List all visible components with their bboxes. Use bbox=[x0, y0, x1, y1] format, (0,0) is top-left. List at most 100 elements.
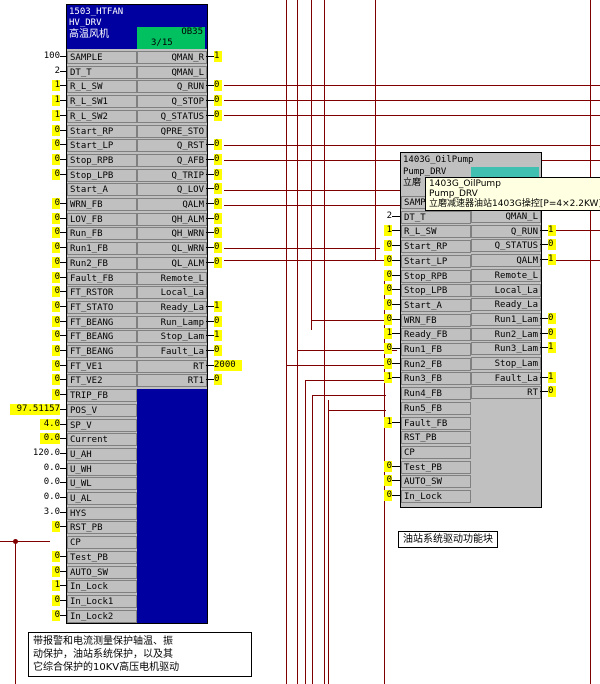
input-value-u-ah[interactable]: 120.0 bbox=[28, 448, 60, 459]
input-pin-cp[interactable]: CP bbox=[67, 536, 137, 550]
input-value-lov-fb[interactable]: 0 bbox=[52, 212, 60, 224]
output-pin-qalm[interactable]: QALM bbox=[471, 254, 541, 268]
output-pin-fault-la[interactable]: Fault_La bbox=[137, 345, 207, 358]
output-pin-rt1[interactable]: RT1 bbox=[137, 374, 207, 388]
input-pin-sp-v[interactable]: SP_V bbox=[67, 418, 137, 432]
output-value-ready-la[interactable]: 1 bbox=[214, 300, 222, 312]
input-value-start-rp[interactable]: 0 bbox=[52, 124, 60, 136]
input-value-stop-lpb[interactable]: 0 bbox=[384, 284, 392, 296]
output-pin-rt[interactable]: RT bbox=[471, 386, 541, 400]
input-pin-run4-fb[interactable]: Run4_FB bbox=[401, 387, 471, 401]
input-pin-trip-fb[interactable]: TRIP_FB bbox=[67, 389, 137, 403]
input-pin-ready-fb[interactable]: Ready_FB bbox=[401, 328, 471, 342]
input-pin-in-lock1[interactable]: In_Lock1 bbox=[67, 594, 137, 608]
input-pin-r-l-sw[interactable]: R_L_SW bbox=[67, 80, 137, 94]
input-value-ft-ve2[interactable]: 0 bbox=[52, 374, 60, 386]
output-pin-local-la[interactable]: Local_La bbox=[137, 286, 207, 300]
output-pin-q-status[interactable]: Q_STATUS bbox=[471, 239, 541, 253]
input-value-auto-sw[interactable]: 0 bbox=[52, 565, 60, 577]
input-value-ready-fb[interactable]: 1 bbox=[384, 328, 392, 340]
output-pin-remote-l[interactable]: Remote_L bbox=[137, 271, 207, 285]
input-pin-r-l-sw2[interactable]: R_L_SW2 bbox=[67, 109, 137, 123]
input-pin-run1-fb[interactable]: Run1_FB bbox=[67, 242, 137, 256]
input-pin-auto-sw[interactable]: AUTO_SW bbox=[67, 565, 137, 579]
input-pin-wrn-fb[interactable]: WRN_FB bbox=[67, 198, 137, 211]
input-pin-auto-sw[interactable]: AUTO_SW bbox=[401, 475, 471, 489]
input-value-run1-fb[interactable]: 0 bbox=[384, 343, 392, 354]
input-value-wrn-fb[interactable]: 0 bbox=[52, 198, 60, 209]
input-pin-r-l-sw[interactable]: R_L_SW bbox=[401, 225, 471, 239]
output-value-q-status[interactable]: 0 bbox=[548, 239, 556, 251]
output-pin-local-la[interactable]: Local_La bbox=[471, 283, 541, 297]
output-pin-qman-r[interactable]: QMAN_R bbox=[137, 51, 207, 64]
input-pin-ft-ve1[interactable]: FT_VE1 bbox=[67, 359, 137, 373]
output-value-run-lamp[interactable]: 0 bbox=[214, 315, 222, 327]
input-value-ft-beang[interactable]: 0 bbox=[52, 315, 60, 327]
input-value-ft-beang[interactable]: 0 bbox=[52, 345, 60, 356]
input-pin-start-rp[interactable]: Start_RP bbox=[67, 124, 137, 138]
output-value-run2-lam[interactable]: 0 bbox=[548, 327, 556, 339]
input-pin-ft-beang[interactable]: FT_BEANG bbox=[67, 345, 137, 358]
output-pin-ql-wrn[interactable]: QL_WRN bbox=[137, 242, 207, 256]
input-pin-stop-rpb[interactable]: Stop_RPB bbox=[67, 153, 137, 167]
output-value-qh-alm[interactable]: 0 bbox=[214, 212, 222, 224]
input-pin-test-pb[interactable]: Test_PB bbox=[67, 550, 137, 564]
output-value-qman-r[interactable]: 1 bbox=[214, 51, 222, 62]
input-value-fault-fb[interactable]: 1 bbox=[384, 416, 392, 428]
output-value-q-trip[interactable]: 0 bbox=[214, 168, 222, 180]
input-pin-lov-fb[interactable]: LOV_FB bbox=[67, 212, 137, 226]
input-pin-start-lp[interactable]: Start_LP bbox=[401, 254, 471, 268]
input-value-r-l-sw[interactable]: 1 bbox=[52, 80, 60, 92]
input-value-start-rp[interactable]: 0 bbox=[384, 240, 392, 252]
output-value-q-rst[interactable]: 0 bbox=[214, 139, 222, 151]
input-pin-start-lp[interactable]: Start_LP bbox=[67, 139, 137, 153]
output-pin-run-lamp[interactable]: Run_Lamp bbox=[137, 315, 207, 329]
output-pin-qman-l[interactable]: QMAN_L bbox=[137, 65, 207, 79]
input-pin-in-lock2[interactable]: In_Lock2 bbox=[67, 609, 137, 623]
input-value-r-l-sw2[interactable]: 1 bbox=[52, 109, 60, 121]
output-pin-qh-alm[interactable]: QH_ALM bbox=[137, 212, 207, 226]
output-pin-fault-la[interactable]: Fault_La bbox=[471, 371, 541, 385]
input-pin-pos-v[interactable]: POS_V bbox=[67, 403, 137, 417]
output-value-q-stop[interactable]: 0 bbox=[214, 95, 222, 107]
output-pin-q-lov[interactable]: Q_LOV bbox=[137, 183, 207, 197]
output-pin-q-rst[interactable]: Q_RST bbox=[137, 139, 207, 153]
output-pin-run2-lam[interactable]: Run2_Lam bbox=[471, 327, 541, 341]
input-pin-stop-lpb[interactable]: Stop_LPB bbox=[401, 284, 471, 298]
input-value-stop-rpb[interactable]: 0 bbox=[384, 269, 392, 281]
input-pin-run3-fb[interactable]: Run3_FB bbox=[401, 372, 471, 386]
output-value-ql-wrn[interactable]: 0 bbox=[214, 242, 222, 254]
input-value-ft-beang[interactable]: 0 bbox=[52, 330, 60, 342]
input-value-in-lock[interactable]: 0 bbox=[384, 490, 392, 501]
input-value-wrn-fb[interactable]: 0 bbox=[384, 313, 392, 325]
input-pin-wrn-fb[interactable]: WRN_FB bbox=[401, 313, 471, 327]
input-pin-ft-beang[interactable]: FT_BEANG bbox=[67, 315, 137, 329]
input-value-run2-fb[interactable]: 0 bbox=[52, 256, 60, 268]
output-pin-stop-lam[interactable]: Stop_Lam bbox=[137, 330, 207, 344]
input-pin-run1-fb[interactable]: Run1_FB bbox=[401, 343, 471, 356]
output-value-q-run[interactable]: 1 bbox=[548, 224, 556, 236]
input-pin-u-wh[interactable]: U_WH bbox=[67, 462, 137, 476]
input-pin-ft-ve2[interactable]: FT_VE2 bbox=[67, 374, 137, 388]
input-value-run-fb[interactable]: 0 bbox=[52, 227, 60, 239]
input-value-rst-pb[interactable]: 0 bbox=[52, 521, 60, 533]
output-pin-stop-lam[interactable]: Stop_Lam bbox=[471, 357, 541, 370]
output-pin-q-trip[interactable]: Q_TRIP bbox=[137, 168, 207, 182]
input-pin-u-ah[interactable]: U_AH bbox=[67, 447, 137, 461]
input-pin-start-a[interactable]: Start_A bbox=[401, 298, 471, 312]
input-pin-fault-fb[interactable]: Fault_FB bbox=[401, 416, 471, 430]
output-value-qalm[interactable]: 1 bbox=[548, 254, 556, 266]
input-value-test-pb[interactable]: 0 bbox=[52, 550, 60, 562]
input-value-dt-t[interactable]: 2 bbox=[52, 66, 60, 77]
output-value-rt1[interactable]: 0 bbox=[214, 374, 222, 386]
output-pin-ready-la[interactable]: Ready_La bbox=[471, 298, 541, 312]
output-value-qalm[interactable]: 0 bbox=[214, 198, 222, 209]
output-value-rt[interactable]: 2000 bbox=[214, 359, 242, 371]
output-pin-rt[interactable]: RT bbox=[137, 359, 207, 373]
input-value-trip-fb[interactable]: 0 bbox=[52, 389, 60, 401]
input-value-sample[interactable]: 100 bbox=[40, 51, 60, 62]
input-value-stop-lpb[interactable]: 0 bbox=[52, 168, 60, 180]
input-value-start-lp[interactable]: 0 bbox=[52, 139, 60, 151]
input-pin-ft-stato[interactable]: FT_STATO bbox=[67, 300, 137, 314]
input-pin-run5-fb[interactable]: Run5_FB bbox=[401, 401, 471, 415]
